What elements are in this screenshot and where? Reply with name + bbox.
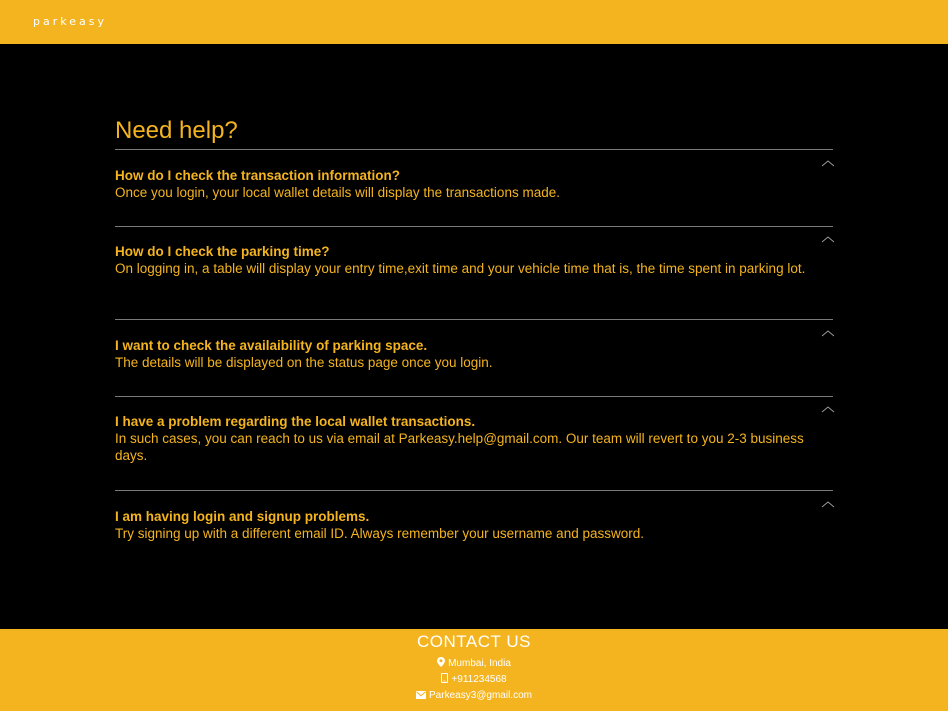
faq-item[interactable]: I am having login and signup problems. T…	[115, 501, 835, 542]
divider	[115, 396, 833, 397]
contact-phone: +911234568	[0, 673, 948, 686]
divider	[115, 490, 833, 491]
faq-question[interactable]: I have a problem regarding the local wal…	[115, 414, 833, 430]
chevron-up-icon[interactable]	[820, 404, 836, 414]
contact-title: CONTACT US	[417, 632, 531, 651]
chevron-up-icon[interactable]	[820, 234, 836, 244]
contact-footer: CONTACT US Mumbai, India +911234568 Park…	[0, 629, 948, 711]
faq-question[interactable]: How do I check the parking time?	[115, 244, 833, 260]
mobile-phone-icon	[441, 673, 449, 683]
faq-question[interactable]: I want to check the availaibility of par…	[115, 338, 833, 354]
chevron-up-icon[interactable]	[820, 499, 836, 509]
faq-item[interactable]: How do I check the parking time? On logg…	[115, 236, 835, 277]
faq-item[interactable]: How do I check the transaction informati…	[115, 160, 835, 201]
chevron-up-icon[interactable]	[820, 158, 836, 168]
faq-answer: Try signing up with a different email ID…	[115, 526, 644, 541]
divider	[115, 226, 833, 227]
faq-answer: In such cases, you can reach to us via e…	[115, 431, 804, 463]
map-marker-icon	[437, 657, 446, 667]
faq-item[interactable]: I have a problem regarding the local wal…	[115, 406, 835, 464]
phone-text[interactable]: +911234568	[451, 674, 506, 685]
chevron-up-icon[interactable]	[820, 328, 836, 338]
divider	[115, 149, 833, 150]
faq-question[interactable]: I am having login and signup problems.	[115, 509, 833, 525]
brand-logo[interactable]: parkeasy	[33, 15, 107, 28]
faq-answer: On logging in, a table will display your…	[115, 261, 806, 276]
page-title: Need help?	[115, 117, 238, 144]
top-navbar: parkeasy	[0, 0, 948, 44]
contact-email: Parkeasy3@gmail.com	[0, 690, 948, 702]
envelope-icon	[416, 691, 427, 699]
faq-answer: Once you login, your local wallet detail…	[115, 185, 560, 200]
email-text[interactable]: Parkeasy3@gmail.com	[429, 690, 532, 701]
faq-item[interactable]: I want to check the availaibility of par…	[115, 330, 835, 371]
location-text: Mumbai, India	[448, 658, 511, 669]
faq-question[interactable]: How do I check the transaction informati…	[115, 168, 833, 184]
faq-answer: The details will be displayed on the sta…	[115, 355, 493, 370]
contact-location: Mumbai, India	[0, 657, 948, 670]
divider	[115, 319, 833, 320]
